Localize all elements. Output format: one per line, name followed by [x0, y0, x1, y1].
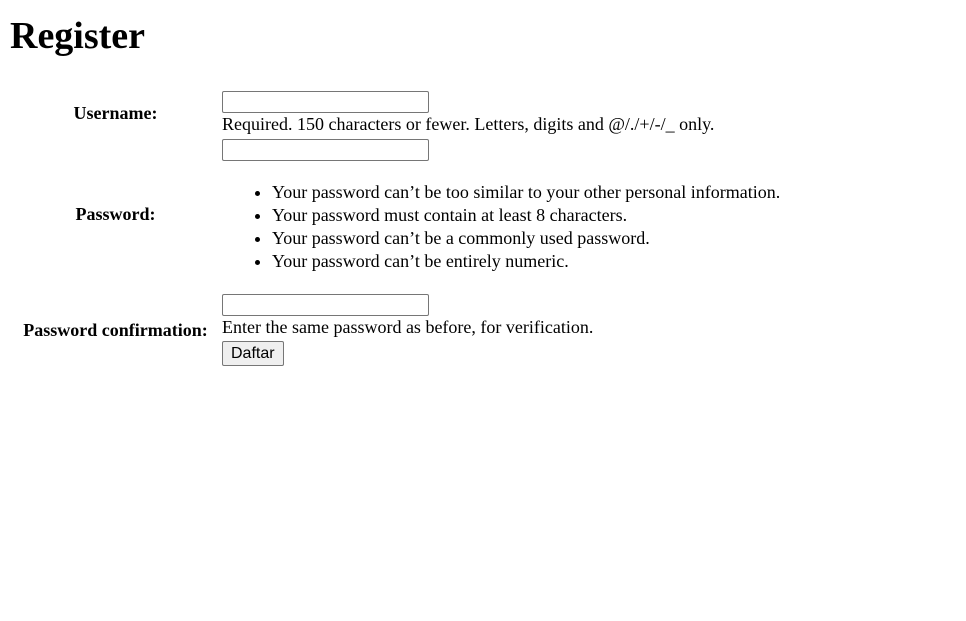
password-row: Password: Your password can’t be too sim…	[12, 138, 781, 291]
password-rule: Your password can’t be entirely numeric.	[272, 250, 780, 273]
register-form: Username: Required. 150 characters or fe…	[10, 88, 956, 369]
password-rule: Your password must contain at least 8 ch…	[272, 204, 780, 227]
username-cell: Required. 150 characters or fewer. Lette…	[221, 90, 781, 136]
password-rules-list: Your password can’t be too similar to yo…	[222, 181, 780, 273]
password-confirmation-cell: Enter the same password as before, for v…	[221, 293, 781, 367]
register-button[interactable]: Daftar	[222, 341, 284, 366]
username-input[interactable]	[222, 91, 429, 113]
password-cell: Your password can’t be too similar to yo…	[221, 138, 781, 291]
password-confirmation-helptext: Enter the same password as before, for v…	[222, 317, 594, 337]
password-confirmation-row: Password confirmation: Enter the same pa…	[12, 293, 781, 367]
password-rule: Your password can’t be too similar to yo…	[272, 181, 780, 204]
password-input[interactable]	[222, 139, 429, 161]
password-rule: Your password can’t be a commonly used p…	[272, 227, 780, 250]
page-title: Register	[10, 15, 146, 57]
username-helptext: Required. 150 characters or fewer. Lette…	[222, 114, 715, 134]
register-page: Register Username: Required. 150 charact…	[0, 14, 966, 369]
password-confirmation-label: Password confirmation:	[23, 319, 208, 340]
form-table: Username: Required. 150 characters or fe…	[10, 88, 783, 369]
username-label: Username:	[73, 102, 158, 123]
password-confirmation-input[interactable]	[222, 294, 429, 316]
password-label: Password:	[75, 204, 156, 224]
username-row: Username: Required. 150 characters or fe…	[12, 90, 781, 136]
